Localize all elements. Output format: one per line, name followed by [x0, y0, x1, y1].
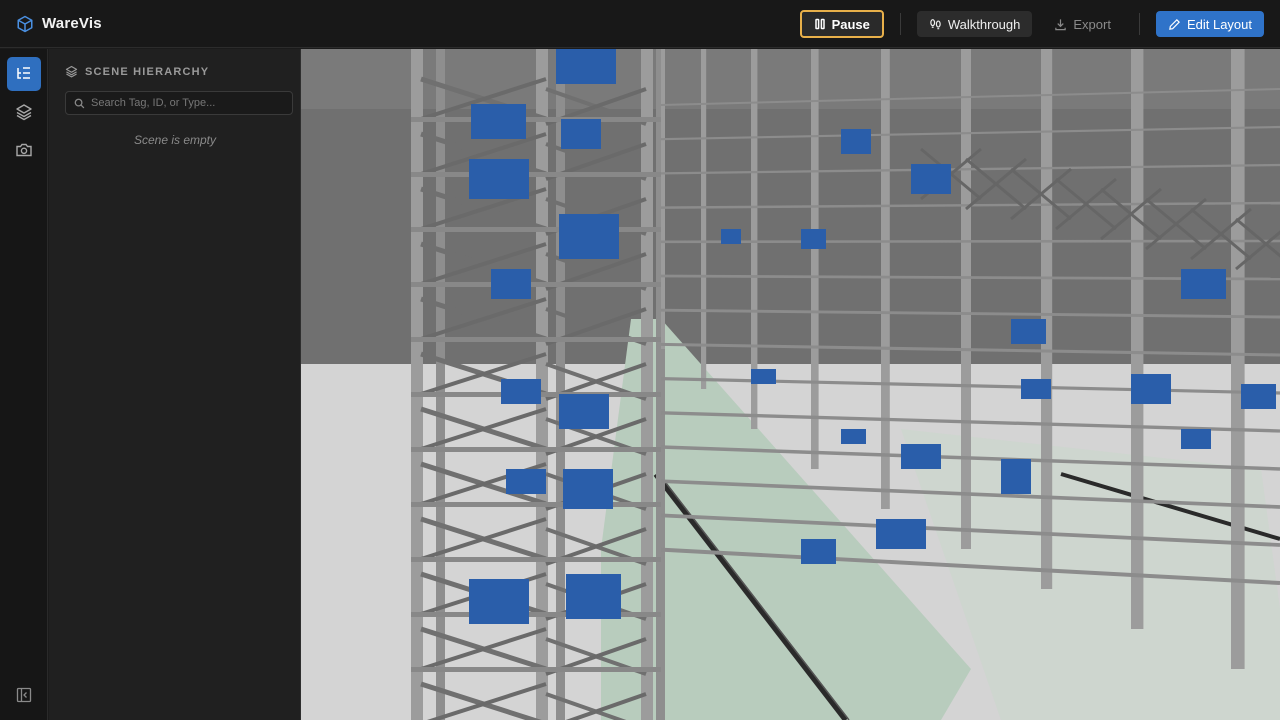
pallet-box	[566, 574, 621, 619]
rack-upright	[411, 49, 423, 720]
pallet-box	[1001, 459, 1031, 494]
pallet-box	[469, 159, 529, 199]
cube-logo-icon	[17, 15, 33, 32]
pallet-box	[1241, 384, 1276, 409]
rack-beam	[411, 337, 661, 342]
toolbar-divider-2	[1138, 13, 1140, 35]
rack-beam	[411, 447, 661, 452]
panel-title-text: SCENE HIERARCHY	[85, 65, 210, 78]
empty-state-text: Scene is empty	[133, 133, 217, 147]
export-button[interactable]: Export	[1042, 11, 1123, 37]
collapse-sidebar-button[interactable]	[7, 678, 41, 712]
icon-rail	[0, 49, 48, 720]
rack-beam	[411, 227, 661, 232]
pallet-box	[506, 469, 546, 494]
rack-upright	[811, 49, 819, 469]
pallet-box	[751, 369, 776, 384]
warehouse-scene[interactable]	[301, 49, 1280, 720]
rack-beam	[411, 117, 661, 122]
rack-upright	[661, 49, 665, 349]
rail-hierarchy-button[interactable]	[7, 57, 41, 91]
layers-icon	[65, 65, 78, 78]
edit-layout-label: Edit Layout	[1186, 16, 1252, 32]
scene-hierarchy-panel: SCENE HIERARCHY Scene is empty	[49, 49, 301, 720]
rack-upright	[1131, 49, 1144, 629]
pallet-box	[471, 104, 526, 139]
pallet-box	[559, 214, 619, 259]
pallet-box	[1181, 269, 1226, 299]
rack-beam	[411, 557, 661, 562]
pallet-box	[1011, 319, 1046, 344]
pallet-box	[841, 129, 871, 154]
walkthrough-label: Walkthrough	[947, 16, 1021, 32]
pallet-box	[721, 229, 741, 244]
pallet-box	[1181, 429, 1211, 449]
pallet-box	[841, 429, 866, 444]
brand: WareVis	[16, 15, 102, 33]
3d-viewport[interactable]	[301, 49, 1280, 720]
pallet-box	[561, 119, 601, 149]
rack-beam	[411, 667, 661, 672]
download-icon	[1055, 18, 1067, 30]
pause-button[interactable]: Pause	[799, 10, 884, 38]
rack-beam	[411, 172, 661, 177]
rack-beam	[411, 502, 661, 507]
walkthrough-button[interactable]: Walkthrough	[916, 11, 1033, 37]
pause-label: Pause	[831, 16, 870, 32]
rack-beam	[411, 612, 661, 617]
toolbar-divider	[899, 13, 901, 35]
app-name: WareVis	[42, 15, 102, 32]
edit-layout-button[interactable]: Edit Layout	[1155, 11, 1264, 37]
rack-beam	[660, 239, 1280, 244]
pallet-box	[901, 444, 941, 469]
pallet-box	[491, 269, 531, 299]
rack-upright	[961, 49, 971, 549]
layers-icon	[16, 104, 32, 121]
panel-title: SCENE HIERARCHY	[65, 65, 209, 78]
rack-beam	[411, 282, 661, 287]
pallet-box	[801, 229, 826, 249]
camera-icon	[16, 143, 32, 157]
rack-upright	[436, 49, 445, 720]
search-input[interactable]	[91, 97, 281, 109]
pencil-icon	[1169, 18, 1180, 30]
rack-upright	[1231, 49, 1245, 669]
toolbar: Pause Walkthrough Export Edit Layout	[799, 0, 1264, 48]
search-box	[65, 91, 293, 115]
pallet-box	[556, 49, 616, 84]
top-bar: WareVis Pause Walkthrough Export Edit La…	[0, 0, 1280, 48]
hierarchy-icon	[17, 67, 30, 79]
rack-upright	[701, 49, 707, 389]
pallet-box	[801, 539, 836, 564]
export-label: Export	[1073, 16, 1111, 32]
rack-upright	[881, 49, 890, 509]
pallet-box	[563, 469, 613, 509]
pallet-box	[1131, 374, 1171, 404]
pallet-box	[1021, 379, 1051, 399]
pallet-box	[876, 519, 926, 549]
pallet-box	[911, 164, 951, 194]
rail-camera-button[interactable]	[7, 133, 41, 167]
pallet-box	[559, 394, 609, 429]
pallet-box	[501, 379, 541, 404]
sidebar-collapse-icon	[16, 687, 32, 703]
search-icon	[74, 98, 85, 108]
pallet-box	[469, 579, 529, 624]
footprints-icon	[930, 18, 941, 29]
pause-icon	[814, 18, 825, 30]
rail-layers-button[interactable]	[7, 95, 41, 129]
